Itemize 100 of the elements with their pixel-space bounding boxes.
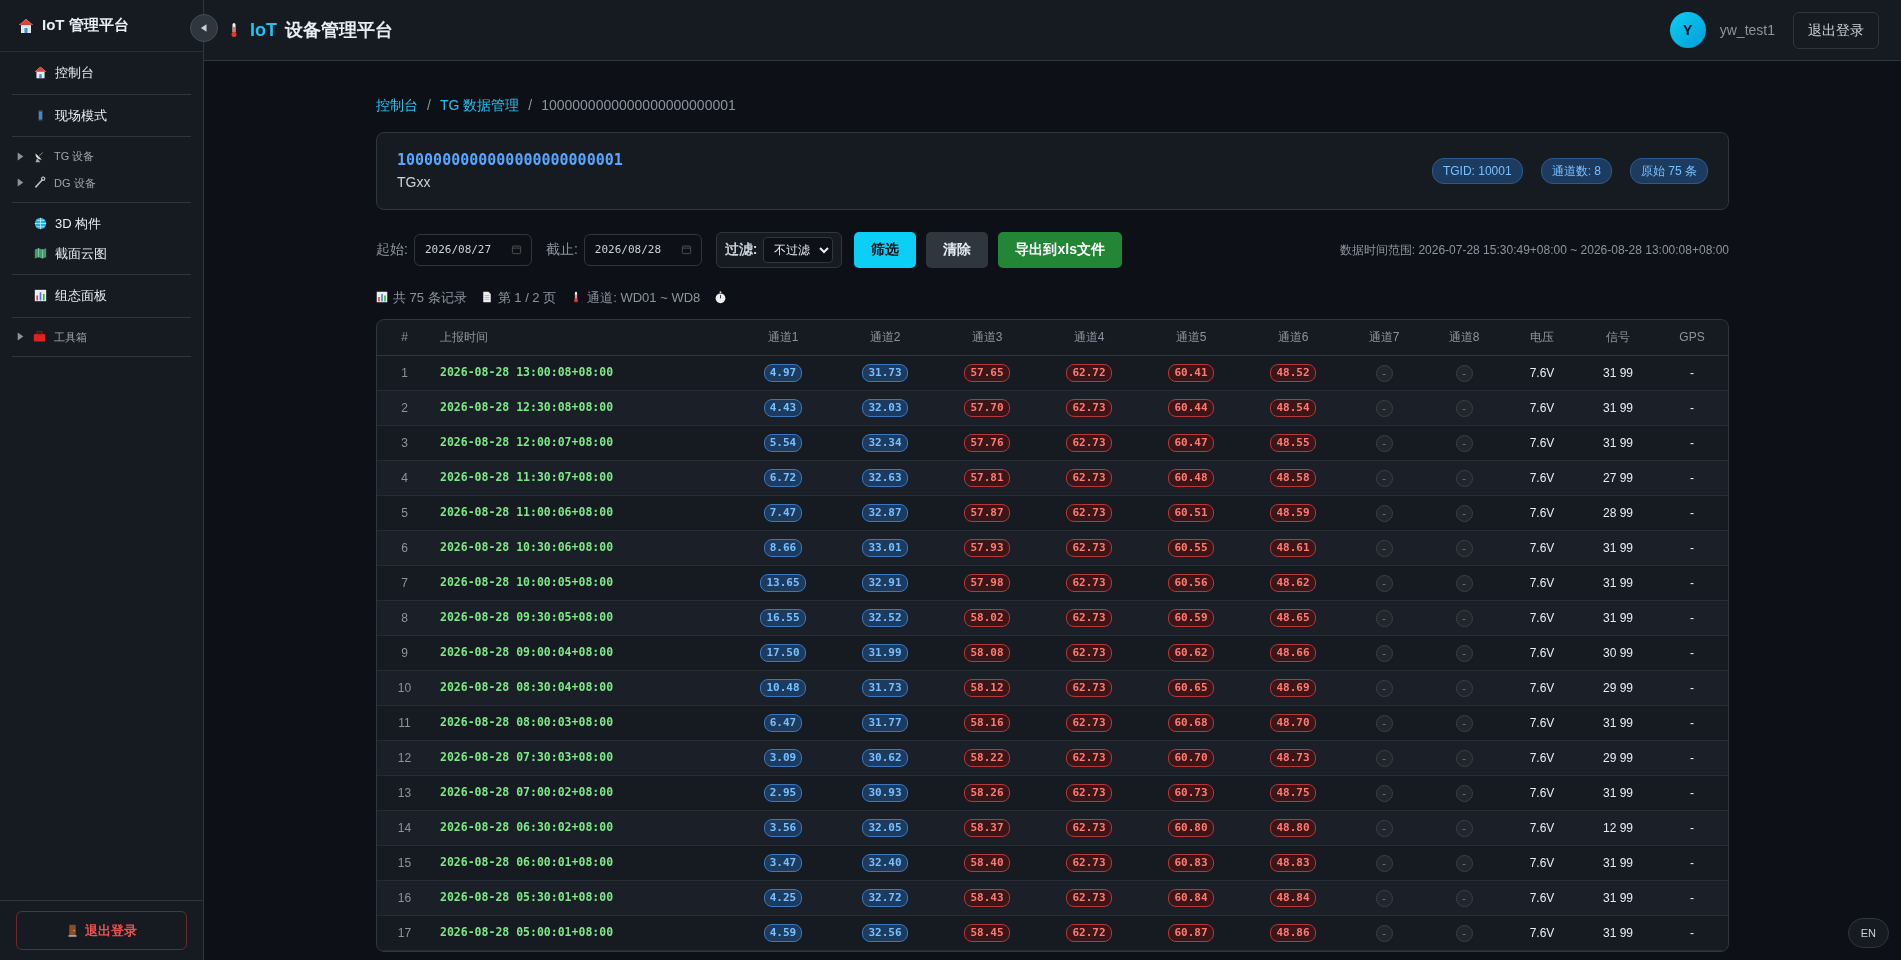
sidebar-item[interactable]: TG 设备 — [12, 143, 191, 170]
breadcrumb-separator: / — [427, 96, 431, 115]
value-pill: 60.56 — [1168, 574, 1214, 592]
value-pill: 32.34 — [862, 434, 908, 452]
value-pill: 58.45 — [964, 924, 1010, 942]
export-button[interactable]: 导出到xls文件 — [998, 231, 1122, 268]
table-cell: 30 99 — [1580, 635, 1656, 670]
breadcrumb-link[interactable]: TG 数据管理 — [439, 95, 520, 116]
clear-button[interactable]: 清除 — [926, 231, 989, 268]
date-field[interactable]: 2026/08/27 — [413, 233, 532, 266]
sidebar-item[interactable]: 3D 构件 — [12, 209, 191, 239]
sidebar-item[interactable]: 控制台 — [12, 58, 191, 88]
value-pill: 58.12 — [964, 679, 1010, 697]
table-cell: 7.6V — [1504, 915, 1580, 950]
timestamp: 2026-08-28 12:30:08+08:00 — [440, 400, 614, 415]
value-pill: 33.01 — [862, 539, 908, 557]
value-pill: - — [1455, 574, 1473, 592]
value-pill: 2.95 — [763, 784, 803, 802]
timestamp: 2026-08-28 08:00:03+08:00 — [440, 715, 614, 730]
stopwatch-icon — [714, 290, 728, 304]
value-pill: - — [1455, 504, 1473, 522]
value-pill: 62.73 — [1066, 679, 1112, 697]
language-button[interactable]: EN — [1847, 917, 1889, 948]
table-cell: 7.6V — [1504, 530, 1580, 565]
table-cell: 7.6V — [1504, 740, 1580, 775]
table-cell: 31 99 — [1580, 705, 1656, 740]
value-pill: 62.73 — [1066, 469, 1112, 487]
toolbox-icon — [33, 330, 46, 344]
breadcrumb-current: 1000000000000000000000001 — [541, 96, 736, 115]
table-cell: 7.6V — [1504, 810, 1580, 845]
row-number: 14 — [377, 810, 432, 845]
value-pill: 7.47 — [763, 504, 803, 522]
filter-button[interactable]: 筛选 — [854, 231, 917, 268]
column-header: 通道4 — [1038, 320, 1140, 355]
column-header: 信号 — [1580, 320, 1656, 355]
sidebar-item[interactable]: 工具箱 — [12, 323, 191, 350]
column-header: 通道5 — [1140, 320, 1242, 355]
value-pill: 60.70 — [1168, 749, 1214, 767]
filter-select[interactable]: 不过滤 — [763, 236, 834, 263]
value-pill: - — [1455, 784, 1473, 802]
value-pill: 48.80 — [1270, 819, 1316, 837]
table-cell: - — [1656, 530, 1728, 565]
sidebar-item[interactable]: DG 设备 — [12, 169, 191, 196]
timestamp: 2026-08-28 06:00:01+08:00 — [440, 855, 614, 870]
column-header: 上报时间 — [432, 320, 732, 355]
date-field[interactable]: 2026/08/28 — [583, 233, 702, 266]
value-pill: 57.76 — [964, 434, 1010, 452]
value-pill: - — [1375, 819, 1393, 837]
table-cell: 31 99 — [1580, 425, 1656, 460]
breadcrumb-link[interactable]: 控制台 — [376, 95, 418, 116]
value-pill: 32.03 — [862, 399, 908, 417]
value-pill: 31.77 — [862, 714, 908, 732]
value-pill: 32.05 — [862, 819, 908, 837]
value-pill: 60.48 — [1168, 469, 1214, 487]
column-header: 通道3 — [936, 320, 1038, 355]
value-pill: 60.84 — [1168, 889, 1214, 907]
value-pill: 58.22 — [964, 749, 1010, 767]
value-pill: 60.59 — [1168, 609, 1214, 627]
value-pill: 48.65 — [1270, 609, 1316, 627]
logout-button[interactable]: 退出登录 — [1793, 11, 1879, 49]
value-pill: 6.72 — [763, 469, 803, 487]
sidebar-item[interactable]: 组态面板 — [12, 281, 191, 311]
value-pill: 48.75 — [1270, 784, 1316, 802]
value-pill: 62.73 — [1066, 644, 1112, 662]
value-pill: 60.68 — [1168, 714, 1214, 732]
value-pill: 32.40 — [862, 854, 908, 872]
value-pill: 60.73 — [1168, 784, 1214, 802]
value-pill: 60.55 — [1168, 539, 1214, 557]
row-number: 13 — [377, 775, 432, 810]
logout-button[interactable]: 退出登录 — [16, 910, 187, 950]
value-pill: 57.93 — [964, 539, 1010, 557]
table-cell: - — [1656, 810, 1728, 845]
value-pill: 3.47 — [763, 854, 803, 872]
table-cell: - — [1656, 705, 1728, 740]
value-pill: 48.83 — [1270, 854, 1316, 872]
sidebar-item[interactable]: 截面云图 — [12, 238, 191, 268]
table-cell: 12 99 — [1580, 810, 1656, 845]
row-number: 10 — [377, 670, 432, 705]
column-header: GPS — [1656, 320, 1728, 355]
value-pill: - — [1375, 749, 1393, 767]
value-pill: 3.09 — [763, 749, 803, 767]
value-pill: 48.86 — [1270, 924, 1316, 942]
value-pill: 62.73 — [1066, 749, 1112, 767]
value-pill: - — [1375, 399, 1393, 417]
timestamp: 2026-08-28 06:30:02+08:00 — [440, 820, 614, 835]
table-cell: 7.6V — [1504, 880, 1580, 915]
value-pill: 58.08 — [964, 644, 1010, 662]
table-cell: 31 99 — [1580, 845, 1656, 880]
table-cell: - — [1656, 880, 1728, 915]
value-pill: 32.72 — [862, 889, 908, 907]
value-pill: 62.73 — [1066, 889, 1112, 907]
bar-chart-icon — [34, 289, 47, 303]
timestamp: 2026-08-28 13:00:08+08:00 — [440, 365, 614, 380]
value-pill: 4.43 — [763, 399, 803, 417]
value-pill: - — [1375, 644, 1393, 662]
page-title: 设备管理平台 — [285, 18, 393, 42]
table-cell: 31 99 — [1580, 530, 1656, 565]
sidebar-item[interactable]: 现场模式 — [12, 100, 191, 130]
column-header: 通道1 — [732, 320, 834, 355]
row-number: 16 — [377, 880, 432, 915]
